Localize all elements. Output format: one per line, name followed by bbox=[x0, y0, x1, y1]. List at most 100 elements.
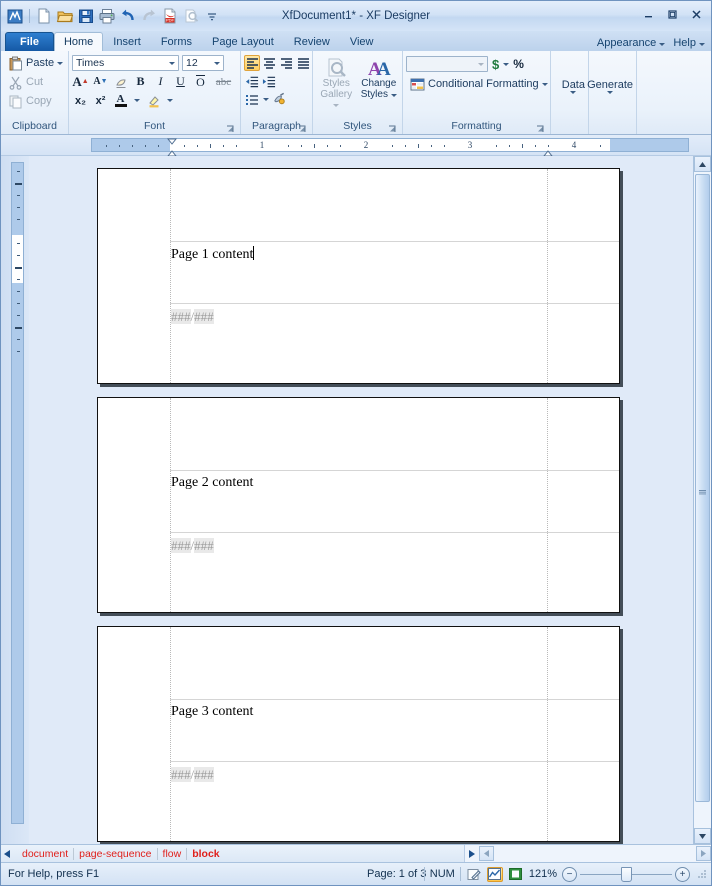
scroll-down-button[interactable] bbox=[694, 828, 711, 844]
cut-button[interactable]: Cut bbox=[4, 73, 47, 91]
breadcrumb-item-page-sequence[interactable]: page-sequence bbox=[74, 847, 158, 860]
maximize-restore-button[interactable] bbox=[662, 5, 683, 24]
preview-view-icon[interactable] bbox=[508, 867, 524, 882]
currency-button[interactable]: $ bbox=[492, 57, 499, 72]
vertical-scroll-thumb[interactable] bbox=[695, 174, 710, 802]
open-folder-icon[interactable] bbox=[56, 7, 74, 25]
justify-button[interactable] bbox=[295, 55, 311, 71]
data-button[interactable]: Data bbox=[551, 51, 589, 134]
first-line-indent-marker[interactable] bbox=[166, 136, 178, 145]
italic-button[interactable]: I bbox=[152, 73, 169, 90]
formatting-dialog-launcher-icon[interactable] bbox=[536, 124, 545, 133]
bullets-dropdown[interactable] bbox=[261, 91, 270, 107]
font-color-button[interactable]: A bbox=[112, 92, 129, 109]
clear-formatting-icon[interactable] bbox=[112, 73, 129, 90]
edit-view-icon[interactable] bbox=[466, 867, 482, 882]
export-pdf-icon[interactable]: PDF bbox=[161, 7, 179, 25]
styles-dialog-launcher-icon[interactable] bbox=[388, 124, 397, 133]
page-3-page-number-field[interactable]: ###/### bbox=[171, 767, 214, 784]
page-1-page-number-field[interactable]: ###/### bbox=[171, 309, 214, 326]
tab-view[interactable]: View bbox=[340, 32, 384, 51]
breadcrumb-scroll-left-icon[interactable] bbox=[1, 849, 13, 858]
hscroll-left-button[interactable] bbox=[479, 846, 494, 861]
document-canvas[interactable]: Page 1 content ###/### Page 2 content ##… bbox=[29, 156, 693, 844]
breadcrumb-item-block[interactable]: block bbox=[187, 848, 224, 860]
bold-button[interactable]: B bbox=[132, 73, 149, 90]
paste-button[interactable]: Paste bbox=[4, 54, 67, 72]
overline-button[interactable]: O bbox=[192, 73, 209, 90]
percent-button[interactable]: % bbox=[513, 57, 524, 71]
copy-button[interactable]: Copy bbox=[4, 92, 56, 110]
breadcrumb-scroll-right-icon[interactable] bbox=[465, 849, 479, 858]
font-color-dropdown[interactable] bbox=[132, 92, 142, 109]
strikethrough-button[interactable]: abc bbox=[212, 73, 235, 90]
vertical-scroll-track[interactable] bbox=[694, 172, 711, 828]
undo-icon[interactable] bbox=[119, 7, 137, 25]
align-left-button[interactable] bbox=[244, 55, 260, 71]
page-indicator[interactable]: Page: 1 of 3 bbox=[367, 868, 426, 880]
generate-button[interactable]: Generate bbox=[587, 51, 637, 134]
vertical-scrollbar[interactable] bbox=[693, 156, 711, 844]
tab-file[interactable]: File bbox=[5, 32, 54, 51]
window-resize-grip-icon[interactable] bbox=[697, 869, 707, 879]
align-center-button[interactable] bbox=[261, 55, 277, 71]
new-document-icon[interactable] bbox=[35, 7, 53, 25]
zoom-slider[interactable]: − + bbox=[562, 866, 690, 882]
zoom-out-button[interactable]: − bbox=[562, 866, 577, 882]
shrink-font-button[interactable]: A ▼ bbox=[92, 73, 109, 90]
page-1-body-text[interactable]: Page 1 content bbox=[171, 246, 255, 263]
conditional-formatting-button[interactable]: Conditional Formatting bbox=[406, 75, 552, 93]
font-dialog-launcher-icon[interactable] bbox=[226, 124, 235, 133]
help-menu[interactable]: Help bbox=[673, 37, 705, 49]
zoom-slider-handle[interactable] bbox=[621, 866, 632, 882]
subscript-button[interactable]: x₂ bbox=[72, 92, 89, 109]
scroll-up-button[interactable] bbox=[694, 156, 711, 172]
grow-font-button[interactable]: A ▲ bbox=[72, 73, 89, 90]
currency-dropdown-icon[interactable] bbox=[503, 62, 510, 66]
page-2-page-number-field[interactable]: ###/### bbox=[171, 538, 214, 555]
increase-indent-button[interactable] bbox=[261, 73, 277, 89]
superscript-button[interactable]: x² bbox=[92, 92, 109, 109]
hscroll-right-button[interactable] bbox=[696, 846, 711, 861]
document-page-2[interactable]: Page 2 content ###/### bbox=[97, 397, 620, 613]
highlight-button[interactable] bbox=[145, 92, 162, 109]
horizontal-scrollbar[interactable] bbox=[464, 845, 711, 862]
breadcrumb-item-flow[interactable]: flow bbox=[158, 847, 188, 860]
save-icon[interactable] bbox=[77, 7, 95, 25]
change-styles-button[interactable]: A A Change Styles bbox=[359, 54, 400, 101]
font-name-combo[interactable]: Times bbox=[72, 55, 179, 71]
font-size-combo[interactable]: 12 bbox=[182, 55, 224, 71]
vertical-ruler[interactable] bbox=[11, 162, 24, 824]
tab-forms[interactable]: Forms bbox=[151, 32, 202, 51]
chart-view-icon[interactable] bbox=[486, 866, 503, 882]
print-icon[interactable] bbox=[98, 7, 116, 25]
horizontal-ruler[interactable]: 1 2 3 4 bbox=[91, 138, 689, 152]
tab-home[interactable]: Home bbox=[53, 32, 104, 51]
paragraph-dialog-launcher-icon[interactable] bbox=[298, 124, 307, 133]
underline-button[interactable]: U bbox=[172, 73, 189, 90]
bullets-button[interactable] bbox=[244, 91, 260, 107]
tab-insert[interactable]: Insert bbox=[103, 32, 151, 51]
borders-shading-button[interactable] bbox=[271, 91, 287, 107]
minimize-button[interactable] bbox=[638, 5, 659, 24]
app-logo-icon[interactable] bbox=[6, 7, 24, 25]
tab-review[interactable]: Review bbox=[284, 32, 340, 51]
decrease-indent-button[interactable] bbox=[244, 73, 260, 89]
highlight-dropdown[interactable] bbox=[165, 92, 175, 109]
styles-gallery-button[interactable]: Styles Gallery bbox=[316, 54, 357, 112]
left-indent-marker[interactable] bbox=[166, 148, 178, 157]
close-button[interactable] bbox=[686, 5, 707, 24]
page-2-body-text[interactable]: Page 2 content bbox=[171, 475, 253, 491]
number-format-combo[interactable] bbox=[406, 56, 488, 72]
right-indent-marker[interactable] bbox=[542, 148, 554, 157]
zoom-slider-track[interactable] bbox=[580, 866, 672, 882]
zoom-level-label[interactable]: 121% bbox=[529, 868, 557, 880]
appearance-menu[interactable]: Appearance bbox=[597, 37, 666, 49]
breadcrumb-item-document[interactable]: document bbox=[17, 847, 75, 860]
align-right-button[interactable] bbox=[278, 55, 294, 71]
page-3-body-text[interactable]: Page 3 content bbox=[171, 704, 253, 720]
tab-page-layout[interactable]: Page Layout bbox=[202, 32, 284, 51]
customize-toolbar-icon[interactable] bbox=[203, 7, 221, 25]
document-page-3[interactable]: Page 3 content ###/### bbox=[97, 626, 620, 842]
zoom-in-button[interactable]: + bbox=[675, 866, 690, 882]
